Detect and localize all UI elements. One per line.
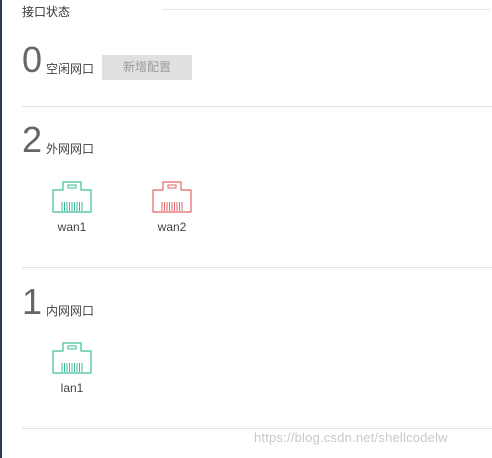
watermark-text: https://blog.csdn.net/shellcodelw xyxy=(254,430,448,445)
header-divider xyxy=(162,9,490,10)
section-divider xyxy=(22,106,492,107)
port-lan1[interactable]: lan1 xyxy=(42,341,102,395)
section-divider xyxy=(22,428,492,429)
port-label-wan1: wan1 xyxy=(57,220,87,234)
lan-label: 内网网口 xyxy=(46,304,95,318)
idle-label: 空闲网口 xyxy=(46,62,95,76)
wan-count: 2 xyxy=(22,119,43,160)
port-label-lan1: lan1 xyxy=(60,381,84,395)
left-edge-bar xyxy=(0,0,2,458)
port-wan2[interactable]: wan2 xyxy=(142,180,202,234)
wan-ports-section: 2 外网网口 wan1 wan2 xyxy=(22,122,492,252)
ethernet-port-icon xyxy=(142,180,202,214)
port-wan1[interactable]: wan1 xyxy=(42,180,102,234)
add-config-button[interactable]: 新增配置 xyxy=(102,55,192,80)
ethernet-port-icon xyxy=(42,180,102,214)
lan-count: 1 xyxy=(22,281,43,322)
port-label-wan2: wan2 xyxy=(157,220,187,234)
lan-ports-section: 1 内网网口 lan1 xyxy=(22,284,492,414)
idle-ports-section: 0 空闲网口 新增配置 xyxy=(22,42,492,92)
wan-label: 外网网口 xyxy=(46,142,95,156)
section-divider xyxy=(22,267,492,268)
interface-status-title: 接口状态 xyxy=(22,5,71,19)
idle-count: 0 xyxy=(22,39,43,80)
ethernet-port-icon xyxy=(42,341,102,375)
